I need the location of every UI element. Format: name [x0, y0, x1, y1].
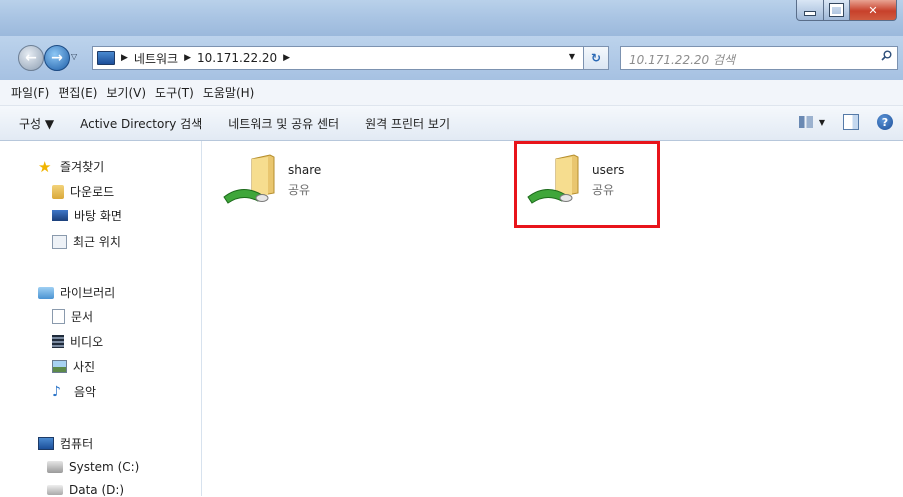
- minimize-icon: [804, 10, 816, 16]
- view-remote-printers-button[interactable]: 원격 프린터 보기: [365, 115, 450, 132]
- share-name: share: [288, 163, 322, 177]
- nav-data-drive-label: Data (D:): [69, 483, 125, 497]
- view-options-dropdown-icon[interactable]: ▼: [819, 118, 825, 127]
- nav-libraries[interactable]: 라이브러리: [38, 284, 115, 301]
- nav-libraries-label: 라이브러리: [60, 286, 116, 300]
- network-sharing-center-button[interactable]: 네트워크 및 공유 센터: [228, 115, 339, 132]
- nav-documents[interactable]: 문서: [52, 308, 93, 325]
- nav-data-drive[interactable]: Data (D:): [47, 483, 124, 497]
- menu-view[interactable]: 보기(V): [106, 84, 146, 101]
- command-bar-right: ▼ ?: [798, 114, 893, 130]
- nav-favorites-label: 즐겨찾기: [60, 160, 105, 174]
- share-type: 공유: [288, 183, 311, 197]
- share-item-share[interactable]: share 공유: [222, 149, 362, 209]
- menu-tools[interactable]: 도구(T): [155, 84, 194, 101]
- nav-music-label: 음악: [74, 385, 97, 399]
- nav-desktop-label: 바탕 화면: [74, 209, 122, 223]
- nav-system-drive-label: System (C:): [69, 460, 140, 474]
- refresh-button[interactable]: ↻: [583, 46, 609, 70]
- breadcrumb-separator-icon[interactable]: ▶: [283, 53, 290, 63]
- music-note-icon: ♪: [52, 383, 61, 400]
- menu-bar: 파일(F) 편집(E) 보기(V) 도구(T) 도움말(H): [0, 80, 903, 106]
- computer-icon: [38, 437, 54, 450]
- nav-pictures-label: 사진: [73, 360, 96, 374]
- nav-documents-label: 문서: [71, 310, 94, 324]
- breadcrumb-network[interactable]: 네트워크: [134, 50, 178, 67]
- nav-videos-label: 비디오: [70, 335, 104, 349]
- libraries-icon: [38, 286, 54, 299]
- menu-file[interactable]: 파일(F): [11, 84, 49, 101]
- close-button[interactable]: ✕: [850, 0, 897, 21]
- nav-downloads-label: 다운로드: [70, 185, 115, 199]
- nav-pictures[interactable]: 사진: [52, 358, 95, 375]
- minimize-button[interactable]: [796, 0, 824, 21]
- breadcrumb-host[interactable]: 10.171.22.20: [197, 51, 277, 65]
- navigation-pane: ★ 즐겨찾기 다운로드 바탕 화면 최근 위치 라이브러리 문서 비디오 사진 …: [0, 141, 202, 497]
- nav-music[interactable]: ♪ 음악: [52, 383, 96, 400]
- data-drive-icon: [47, 485, 63, 495]
- organize-button[interactable]: 구성 ▼: [19, 115, 54, 132]
- network-computer-icon: [97, 51, 115, 65]
- forward-arrow-icon: →: [51, 50, 63, 66]
- downloads-folder-icon: [52, 184, 64, 199]
- forward-button[interactable]: →: [44, 45, 70, 71]
- navigation-row: ← → ▽ ▶ 네트워크 ▶ 10.171.22.20 ▶ ▼ ↻ 10.171…: [0, 36, 903, 80]
- search-placeholder: 10.171.22.20 검색: [629, 53, 736, 67]
- maximize-button[interactable]: [824, 0, 850, 21]
- breadcrumb-separator-icon[interactable]: ▶: [184, 53, 191, 63]
- nav-videos[interactable]: 비디오: [52, 333, 103, 350]
- nav-computer-label: 컴퓨터: [60, 437, 94, 451]
- recent-places-icon: [52, 234, 67, 249]
- highlight-box: [514, 141, 660, 228]
- recent-pages-dropdown[interactable]: ▽: [71, 52, 77, 61]
- maximize-icon: [829, 3, 844, 17]
- desktop-icon: [52, 210, 68, 221]
- nav-computer[interactable]: 컴퓨터: [38, 435, 93, 452]
- command-bar: 구성 ▼ Active Directory 검색 네트워크 및 공유 센터 원격…: [0, 106, 903, 141]
- preview-pane-icon[interactable]: [843, 114, 859, 130]
- title-bar: ✕: [0, 0, 903, 36]
- nav-recent-label: 최근 위치: [73, 235, 121, 249]
- menu-help[interactable]: 도움말(H): [203, 84, 255, 101]
- nav-favorites[interactable]: ★ 즐겨찾기: [38, 158, 104, 175]
- documents-icon: [52, 309, 65, 324]
- search-input[interactable]: 10.171.22.20 검색: [620, 46, 898, 70]
- refresh-icon: ↻: [590, 51, 602, 65]
- breadcrumb-separator-icon[interactable]: ▶: [121, 53, 128, 63]
- nav-downloads[interactable]: 다운로드: [52, 183, 114, 200]
- back-arrow-icon: ←: [25, 50, 37, 66]
- address-dropdown-icon[interactable]: ▼: [569, 52, 575, 61]
- back-button[interactable]: ←: [18, 45, 44, 71]
- videos-icon: [52, 335, 64, 348]
- address-bar[interactable]: ▶ 네트워크 ▶ 10.171.22.20 ▶ ▼: [92, 46, 584, 70]
- close-icon: ✕: [868, 3, 878, 17]
- shared-folder-icon: [223, 154, 275, 204]
- star-icon: ★: [38, 157, 52, 176]
- pictures-icon: [52, 360, 67, 373]
- window-controls: ✕: [796, 0, 897, 22]
- nav-system-drive[interactable]: System (C:): [47, 460, 139, 474]
- menu-edit[interactable]: 편집(E): [58, 84, 97, 101]
- help-icon[interactable]: ?: [877, 114, 893, 130]
- system-drive-icon: [47, 461, 63, 473]
- search-icon[interactable]: [881, 50, 892, 61]
- nav-desktop[interactable]: 바탕 화면: [52, 207, 122, 224]
- nav-recent[interactable]: 최근 위치: [52, 233, 121, 250]
- active-directory-search-button[interactable]: Active Directory 검색: [80, 115, 202, 132]
- change-view-icon[interactable]: [798, 116, 813, 128]
